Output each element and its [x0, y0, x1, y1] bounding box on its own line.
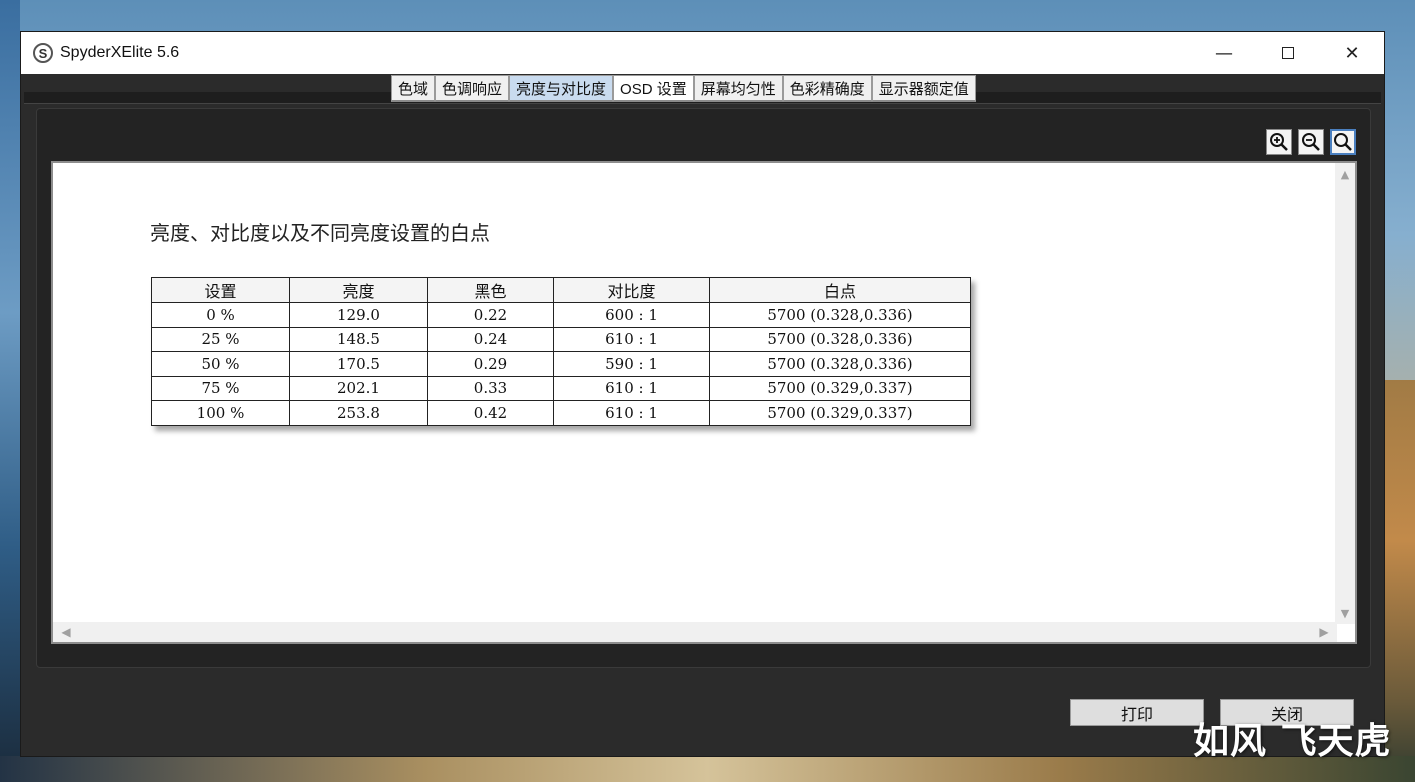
tab-gamut[interactable]: 色域	[391, 75, 436, 102]
tab-tone-response[interactable]: 色调响应	[435, 75, 510, 102]
cell-contrast: 600 : 1	[553, 302, 710, 328]
cell-luminance: 129.0	[289, 302, 428, 328]
cell-whitepoint: 5700 (0.328,0.336)	[709, 302, 971, 328]
scroll-right-icon[interactable]: ▶	[1315, 622, 1333, 642]
vertical-scrollbar[interactable]: ▲ ▼	[1335, 163, 1355, 624]
report-title: 亮度、对比度以及不同亮度设置的白点	[150, 221, 490, 245]
table-header-row: 设置 亮度 黑色 对比度 白点	[151, 277, 971, 303]
zoom-toolbar	[1266, 129, 1356, 155]
title-bar: S SpyderXElite 5.6 — ✕	[21, 32, 1384, 74]
table-row: 25 % 148.5 0.24 610 : 1 5700 (0.328,0.33…	[151, 326, 971, 352]
cell-setting: 100 %	[151, 400, 290, 426]
cell-contrast: 610 : 1	[553, 326, 710, 352]
table-row: 50 % 170.5 0.29 590 : 1 5700 (0.328,0.33…	[151, 351, 971, 377]
tab-brightness-contrast[interactable]: 亮度与对比度	[509, 75, 614, 102]
cell-whitepoint: 5700 (0.329,0.337)	[709, 375, 971, 401]
table-row: 75 % 202.1 0.33 610 : 1 5700 (0.329,0.33…	[151, 375, 971, 401]
tab-display-rating[interactable]: 显示器额定值	[871, 75, 976, 102]
cell-contrast: 590 : 1	[553, 351, 710, 377]
column-header-black: 黑色	[427, 277, 554, 303]
tab-list: 色域 色调响应 亮度与对比度 OSD 设置 屏幕均匀性 色彩精确度 显示器额定值	[391, 75, 976, 102]
cell-luminance: 202.1	[289, 375, 428, 401]
zoom-out-icon	[1302, 133, 1320, 151]
zoom-fit-button[interactable]	[1330, 129, 1356, 155]
scroll-left-icon[interactable]: ◀	[57, 622, 75, 642]
cell-luminance: 253.8	[289, 400, 428, 426]
zoom-in-icon	[1270, 133, 1288, 151]
table-row: 0 % 129.0 0.22 600 : 1 5700 (0.328,0.336…	[151, 302, 971, 328]
brightness-table: 设置 亮度 黑色 对比度 白点 0 % 129.0 0.22 600 : 1 5…	[151, 277, 971, 426]
column-header-luminance: 亮度	[289, 277, 428, 303]
zoom-fit-icon	[1334, 133, 1352, 151]
column-header-setting: 设置	[151, 277, 290, 303]
window-title: SpyderXElite 5.6	[60, 44, 180, 61]
cell-setting: 50 %	[151, 351, 290, 377]
maximize-icon	[1282, 47, 1294, 59]
table-row: 100 % 253.8 0.42 610 : 1 5700 (0.329,0.3…	[151, 400, 971, 426]
tab-screen-uniformity[interactable]: 屏幕均匀性	[693, 75, 783, 102]
close-window-button[interactable]: ✕	[1320, 32, 1384, 74]
cell-luminance: 170.5	[289, 351, 428, 377]
scroll-down-icon[interactable]: ▼	[1335, 604, 1355, 622]
tab-bar: 色域 色调响应 亮度与对比度 OSD 设置 屏幕均匀性 色彩精确度 显示器额定值	[21, 74, 1384, 108]
minimize-button[interactable]: —	[1192, 32, 1256, 74]
cell-black: 0.29	[427, 351, 554, 377]
cell-whitepoint: 5700 (0.328,0.336)	[709, 351, 971, 377]
zoom-out-button[interactable]	[1298, 129, 1324, 155]
cell-black: 0.24	[427, 326, 554, 352]
cell-black: 0.22	[427, 302, 554, 328]
cell-contrast: 610 : 1	[553, 400, 710, 426]
print-button[interactable]: 打印	[1070, 699, 1204, 726]
zoom-in-button[interactable]	[1266, 129, 1292, 155]
cell-setting: 25 %	[151, 326, 290, 352]
cell-black: 0.33	[427, 375, 554, 401]
horizontal-scrollbar[interactable]: ◀ ▶	[53, 622, 1337, 642]
app-logo-icon: S	[33, 43, 53, 63]
watermark-text: 如风 飞天虎	[1193, 721, 1392, 762]
report-viewer[interactable]: 亮度、对比度以及不同亮度设置的白点 设置 亮度 黑色 对比度 白点 0 % 12…	[51, 161, 1357, 644]
report-panel: 亮度、对比度以及不同亮度设置的白点 设置 亮度 黑色 对比度 白点 0 % 12…	[36, 108, 1371, 668]
cell-whitepoint: 5700 (0.328,0.336)	[709, 326, 971, 352]
cell-whitepoint: 5700 (0.329,0.337)	[709, 400, 971, 426]
desktop-wallpaper-left	[0, 0, 20, 782]
column-header-whitepoint: 白点	[709, 277, 971, 303]
tab-osd-settings[interactable]: OSD 设置	[613, 75, 694, 102]
maximize-button[interactable]	[1256, 32, 1320, 74]
window-controls: — ✕	[1192, 32, 1384, 74]
tab-color-accuracy[interactable]: 色彩精确度	[782, 75, 872, 102]
cell-setting: 75 %	[151, 375, 290, 401]
cell-black: 0.42	[427, 400, 554, 426]
cell-contrast: 610 : 1	[553, 375, 710, 401]
app-window: S SpyderXElite 5.6 — ✕ 色域 色调响应 亮度与对比度 OS…	[20, 31, 1385, 757]
cell-luminance: 148.5	[289, 326, 428, 352]
scroll-up-icon[interactable]: ▲	[1335, 165, 1355, 183]
cell-setting: 0 %	[151, 302, 290, 328]
column-header-contrast: 对比度	[553, 277, 710, 303]
